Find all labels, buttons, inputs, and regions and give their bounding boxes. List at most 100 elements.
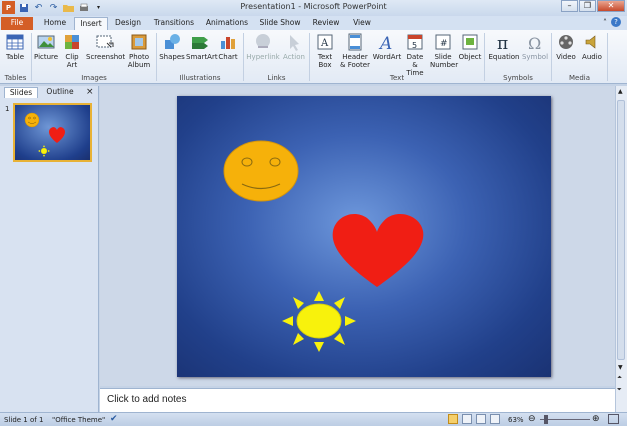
insert-ribbon: Table Tables Picture Clip Art Screenshot… bbox=[0, 30, 627, 84]
minimize-icon[interactable]: – bbox=[561, 0, 578, 12]
tab-file[interactable]: File bbox=[1, 17, 33, 30]
reading-view-icon[interactable] bbox=[476, 414, 486, 424]
group-separator bbox=[607, 33, 608, 81]
tab-home[interactable]: Home bbox=[38, 17, 72, 30]
equation-label: Equation bbox=[488, 53, 520, 61]
tab-slides[interactable]: Slides bbox=[4, 87, 38, 98]
date-time-button[interactable]: 5 Date & Time bbox=[402, 33, 428, 77]
object-icon bbox=[462, 34, 478, 50]
text-box-icon: A bbox=[317, 34, 333, 50]
group-label-images: Images bbox=[81, 74, 107, 82]
heart-shape[interactable] bbox=[332, 214, 424, 287]
slide-number-label: 1 bbox=[5, 105, 10, 113]
powerpoint-window: P ↶ ↷ ▾ Presentation1 - Microsoft PowerP… bbox=[0, 0, 627, 426]
shapes-button[interactable]: Shapes bbox=[159, 33, 185, 61]
svg-text:A: A bbox=[378, 34, 392, 51]
svg-text:Ω: Ω bbox=[528, 34, 541, 51]
hyperlink-button[interactable]: Hyperlink bbox=[246, 33, 280, 61]
header-footer-button[interactable]: Header & Footer bbox=[339, 33, 371, 69]
smartart-icon bbox=[192, 37, 208, 49]
slide-show-icon[interactable] bbox=[490, 414, 500, 424]
group-label-media: Media bbox=[568, 74, 591, 82]
screenshot-button[interactable]: Screenshot bbox=[86, 33, 126, 61]
wordart-button[interactable]: A WordArt bbox=[372, 33, 402, 61]
clip-art-button[interactable]: Clip Art bbox=[60, 33, 84, 69]
zoom-out-icon[interactable]: ⊖ bbox=[528, 414, 536, 424]
tab-outline[interactable]: Outline bbox=[42, 87, 78, 98]
calendar-icon: 5 bbox=[407, 34, 423, 50]
ribbon-tabs: File Home Insert Design Transitions Anim… bbox=[0, 16, 627, 30]
chart-label: Chart bbox=[218, 53, 238, 61]
fit-to-window-icon[interactable] bbox=[608, 414, 619, 424]
next-slide-icon[interactable]: ⏷ bbox=[617, 386, 622, 394]
slide-canvas[interactable] bbox=[177, 96, 551, 377]
tab-view[interactable]: View bbox=[348, 17, 376, 30]
audio-button[interactable]: Audio bbox=[579, 33, 605, 61]
photo-album-label: Photo Album bbox=[127, 53, 151, 69]
tab-slide-show[interactable]: Slide Show bbox=[256, 17, 304, 30]
close-panel-icon[interactable]: × bbox=[86, 87, 94, 97]
zoom-in-icon[interactable]: ⊕ bbox=[592, 414, 600, 424]
previous-slide-icon[interactable]: ⏶ bbox=[617, 374, 622, 382]
slide-number-icon: # bbox=[435, 34, 451, 50]
clip-art-label: Clip Art bbox=[65, 53, 79, 69]
action-label: Action bbox=[283, 53, 305, 61]
tab-transitions[interactable]: Transitions bbox=[150, 17, 198, 30]
equation-button[interactable]: π Equation bbox=[487, 33, 521, 61]
group-label-text: Text bbox=[389, 74, 405, 82]
screenshot-icon bbox=[96, 35, 114, 48]
vertical-scrollbar[interactable]: ▲ ▼ ⏶ ⏷ bbox=[615, 86, 627, 412]
notes-pane[interactable]: Click to add notes bbox=[100, 388, 615, 412]
speaker-icon bbox=[585, 35, 596, 49]
header-footer-label: Header & Footer bbox=[340, 53, 370, 69]
help-icon[interactable]: ? bbox=[611, 17, 621, 27]
group-label-links: Links bbox=[267, 74, 286, 82]
slide-count-status: Slide 1 of 1 bbox=[4, 416, 44, 424]
normal-view-icon[interactable] bbox=[448, 414, 458, 424]
audio-label: Audio bbox=[582, 53, 602, 61]
action-button[interactable]: Action bbox=[281, 33, 307, 61]
restore-icon[interactable]: ❐ bbox=[579, 0, 596, 12]
ribbon-minimize-icon[interactable]: ˄ bbox=[603, 18, 607, 27]
zoom-level[interactable]: 63% bbox=[508, 416, 524, 424]
video-button[interactable]: Video bbox=[553, 33, 579, 61]
slide-sorter-icon[interactable] bbox=[462, 414, 472, 424]
text-box-label: Text Box bbox=[317, 53, 333, 69]
spell-check-icon[interactable]: ✔ bbox=[110, 414, 118, 424]
sun-shape[interactable] bbox=[282, 291, 356, 352]
tab-insert[interactable]: Insert bbox=[74, 17, 108, 30]
scroll-thumb[interactable] bbox=[617, 100, 625, 360]
screenshot-label: Screenshot bbox=[86, 53, 126, 61]
chart-button[interactable]: Chart bbox=[216, 33, 240, 61]
tab-design[interactable]: Design bbox=[111, 17, 145, 30]
tab-animations[interactable]: Animations bbox=[202, 17, 252, 30]
action-icon bbox=[290, 35, 299, 51]
smartart-button[interactable]: SmartArt bbox=[186, 33, 218, 61]
table-icon bbox=[6, 34, 24, 50]
clip-art-icon bbox=[65, 35, 79, 49]
text-box-button[interactable]: A Text Box bbox=[312, 33, 338, 69]
group-label-tables: Tables bbox=[4, 74, 27, 82]
pi-icon: π bbox=[497, 34, 508, 51]
symbol-button[interactable]: Ω Symbol bbox=[521, 33, 549, 61]
wordart-label: WordArt bbox=[372, 53, 402, 61]
scroll-up-icon[interactable]: ▲ bbox=[618, 88, 623, 95]
zoom-slider-thumb[interactable] bbox=[544, 415, 548, 424]
photo-album-button[interactable]: Photo Album bbox=[124, 33, 154, 69]
table-button[interactable]: Table bbox=[2, 33, 28, 61]
symbol-label: Symbol bbox=[521, 53, 549, 61]
scroll-down-icon[interactable]: ▼ bbox=[618, 364, 623, 371]
object-button[interactable]: Object bbox=[458, 33, 482, 61]
omega-icon: Ω bbox=[528, 34, 541, 51]
tab-review[interactable]: Review bbox=[310, 17, 342, 30]
slide-thumbnail[interactable] bbox=[13, 103, 92, 162]
table-label: Table bbox=[5, 53, 25, 61]
film-reel-icon bbox=[559, 35, 573, 49]
picture-button[interactable]: Picture bbox=[34, 33, 58, 61]
group-label-illustrations: Illustrations bbox=[179, 74, 221, 82]
close-icon[interactable]: ✕ bbox=[597, 0, 625, 12]
title-bar: P ↶ ↷ ▾ Presentation1 - Microsoft PowerP… bbox=[0, 0, 627, 16]
slide-number-button[interactable]: # Slide Number bbox=[429, 33, 459, 69]
smiley-face-shape[interactable] bbox=[223, 140, 299, 202]
slide-number-label: Slide Number bbox=[430, 53, 459, 69]
